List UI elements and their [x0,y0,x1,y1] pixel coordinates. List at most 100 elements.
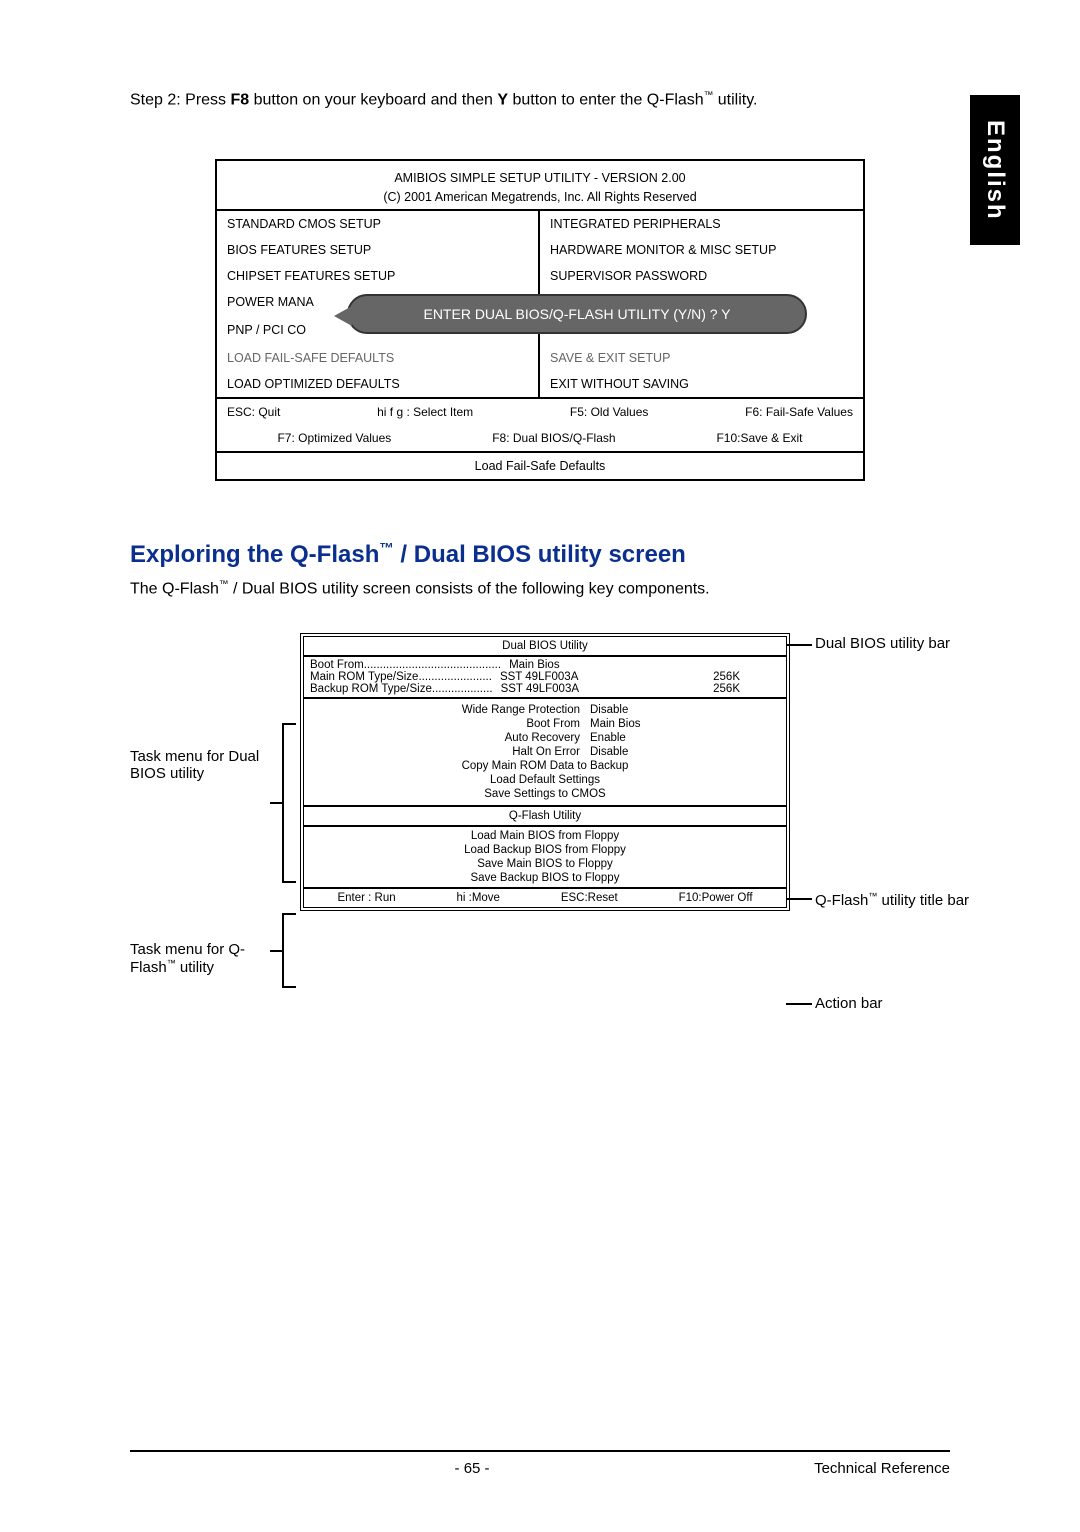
step2-suffix: button to enter the Q-Flash [508,91,704,108]
heading-post: / Dual BIOS utility screen [394,541,686,568]
qflash-item: Save Main BIOS to Floppy [306,857,784,871]
dots: ....................... [418,671,492,683]
annot-qflash-title-bar: Q-Flash™ utility title bar [815,891,995,909]
annot-task-qflash-post: utility [176,959,214,976]
connector-tick [786,898,800,900]
menu-item: SAVE & EXIT SETUP [540,345,863,371]
menu-item: LOAD FAIL-SAFE DEFAULTS [217,345,540,371]
bracket-icon [282,723,296,883]
annot-action-bar: Action bar [815,995,995,1012]
page-footer: - 65 - Technical Reference [130,1450,950,1477]
opt-value: Main Bios [590,718,670,730]
opt-label: Boot From [420,718,580,730]
step2-key2: Y [497,91,508,108]
opt-action: Save Settings to CMOS [484,788,605,800]
tm: ™ [219,579,229,590]
menu-item: STANDARD CMOS SETUP [217,211,540,237]
qflash-prompt-dialog: ENTER DUAL BIOS/Q-FLASH UTILITY (Y/N) ? … [347,294,807,334]
connector-tick [786,644,800,646]
hint-f10: F10:Power Off [679,892,753,904]
action-bar: Enter : Run hi :Move ESC:Reset F10:Power… [304,887,786,907]
hint-esc: ESC:Reset [561,892,618,904]
bracket-icon [282,913,296,988]
hint-arrows: hi f g : Select Item [377,405,473,419]
menu-item: CHIPSET FEATURES SETUP [217,263,540,289]
info-size: 256K [713,683,780,695]
info-val: SST 49LF003A [500,671,578,683]
dual-bios-task-menu: Wide Range Protection Disable Boot From Ma… [304,697,786,805]
qflash-item: Load Main BIOS from Floppy [306,829,784,843]
step2-text: Step 2: Press F8 button on your keyboard… [130,90,950,109]
dual-bios-title-bar: Dual BIOS Utility [304,637,786,657]
intro-pre: The Q-Flash [130,580,219,597]
connector-line [270,950,282,952]
bios-setup-screenshot: AMIBIOS SIMPLE SETUP UTILITY - VERSION 2… [215,159,865,481]
bios-header: AMIBIOS SIMPLE SETUP UTILITY - VERSION 2… [217,161,863,211]
step2-prefix: Step 2: Press [130,91,231,108]
bios-title-1: AMIBIOS SIMPLE SETUP UTILITY - VERSION 2… [217,169,863,188]
annot-task-qflash: Task menu for Q-Flash™ utility [130,941,290,976]
info-key: Backup ROM Type/Size [310,683,432,695]
utility-diagram: Dual BIOS Utility Boot From.............… [130,633,950,911]
tm: ™ [704,90,714,101]
menu-item: HARDWARE MONITOR & MISC SETUP [540,237,863,263]
dots: ........................................… [364,659,501,671]
qflash-item: Save Backup BIOS to Floppy [306,871,784,885]
bios-footer-row1: ESC: Quit hi f g : Select Item F5: Old V… [217,397,863,425]
connector-line [270,802,282,804]
annot-task-dual: Task menu for Dual BIOS utility [130,748,290,782]
hint-move: hi :Move [456,892,499,904]
bios-status-bar: Load Fail-Safe Defaults [217,451,863,479]
annot-dual-bios-bar: Dual BIOS utility bar [815,635,995,652]
hint-esc: ESC: Quit [227,405,280,419]
hint-f6: F6: Fail-Safe Values [745,405,853,419]
info-key: Boot From [310,659,364,671]
intro-post: / Dual BIOS utility screen consists of t… [229,580,710,597]
opt-label: Wide Range Protection [420,704,580,716]
info-val: Main Bios [509,659,560,671]
hint-f8: F8: Dual BIOS/Q-Flash [492,431,615,445]
dual-bios-utility-screenshot: Dual BIOS Utility Boot From.............… [300,633,790,911]
annot-qflash-bar-post: utility title bar [877,892,969,909]
tm: ™ [379,541,393,557]
tm: ™ [868,891,877,901]
bios-footer-row2: F7: Optimized Values F8: Dual BIOS/Q-Fla… [217,425,863,451]
bios-title-2: (C) 2001 American Megatrends, Inc. All R… [217,188,863,207]
heading-pre: Exploring the Q-Flash [130,541,379,568]
dots: ................... [432,683,493,695]
qflash-title-bar: Q-Flash Utility [304,805,786,827]
opt-action: Load Default Settings [490,774,600,786]
opt-action: Copy Main ROM Data to Backup [462,760,629,772]
step2-key1: F8 [231,91,250,108]
menu-item: SUPERVISOR PASSWORD [540,263,863,289]
qflash-item: Load Backup BIOS from Floppy [306,843,784,857]
info-section: Boot From...............................… [304,657,786,697]
tm: ™ [167,958,176,968]
opt-value: Disable [590,704,670,716]
step2-mid: button on your keyboard and then [249,91,497,108]
arrow-left-icon [334,306,352,326]
info-val: SST 49LF003A [501,683,579,695]
intro-text: The Q-Flash™ / Dual BIOS utility screen … [130,579,950,598]
annot-qflash-bar-pre: Q-Flash [815,892,868,909]
step2-end: utility. [713,91,757,108]
opt-value: Disable [590,746,670,758]
menu-item: LOAD OPTIMIZED DEFAULTS [217,371,540,397]
connector-tick [786,1003,800,1005]
section-heading: Exploring the Q-Flash™ / Dual BIOS utili… [130,541,950,569]
info-key: Main ROM Type/Size [310,671,418,683]
qflash-prompt-text: ENTER DUAL BIOS/Q-FLASH UTILITY (Y/N) ? … [423,306,730,322]
hint-f5: F5: Old Values [570,405,648,419]
menu-item: EXIT WITHOUT SAVING [540,371,863,397]
info-size: 256K [713,671,780,683]
opt-label: Halt On Error [420,746,580,758]
opt-value: Enable [590,732,670,744]
opt-label: Auto Recovery [420,732,580,744]
menu-item: BIOS FEATURES SETUP [217,237,540,263]
page-number: - 65 - [455,1460,490,1477]
hint-f7: F7: Optimized Values [277,431,391,445]
qflash-task-menu: Load Main BIOS from Floppy Load Backup B… [304,827,786,887]
menu-item: INTEGRATED PERIPHERALS [540,211,863,237]
hint-enter: Enter : Run [337,892,395,904]
footer-ref: Technical Reference [814,1460,950,1477]
